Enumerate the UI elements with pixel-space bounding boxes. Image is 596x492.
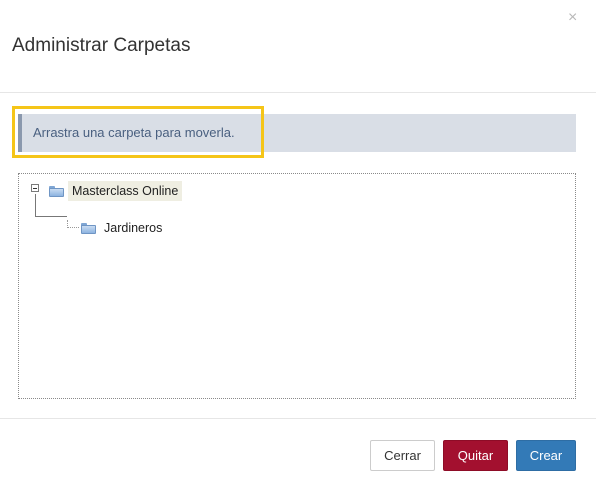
tree-connector-horizontal [35,216,67,217]
tree-node-jardineros[interactable]: Jardineros [81,218,166,238]
dialog-title: Administrar Carpetas [12,35,191,56]
remove-button[interactable]: Quitar [443,440,508,471]
footer-divider [0,418,596,419]
info-message: Arrastra una carpeta para moverla. [33,125,235,140]
header-divider [0,92,596,93]
create-button[interactable]: Crear [516,440,576,471]
tree-node-label: Jardineros [104,221,163,235]
folder-icon [81,222,96,234]
folder-icon [49,185,64,197]
tree-node-label: Masterclass Online [68,181,183,201]
collapse-toggle-icon[interactable] [31,184,39,192]
tree-connector-child-horizontal [67,227,79,228]
close-button[interactable]: Cerrar [370,440,435,471]
tree-node-masterclass-online[interactable]: Masterclass Online [49,181,183,201]
info-alert: Arrastra una carpeta para moverla. [18,114,576,152]
folder-tree: Masterclass Online Jardineros [18,173,576,399]
tree-connector-vertical [35,194,36,216]
close-icon[interactable]: × [568,10,577,26]
manage-folders-dialog: × Administrar Carpetas Arrastra una carp… [0,0,596,492]
